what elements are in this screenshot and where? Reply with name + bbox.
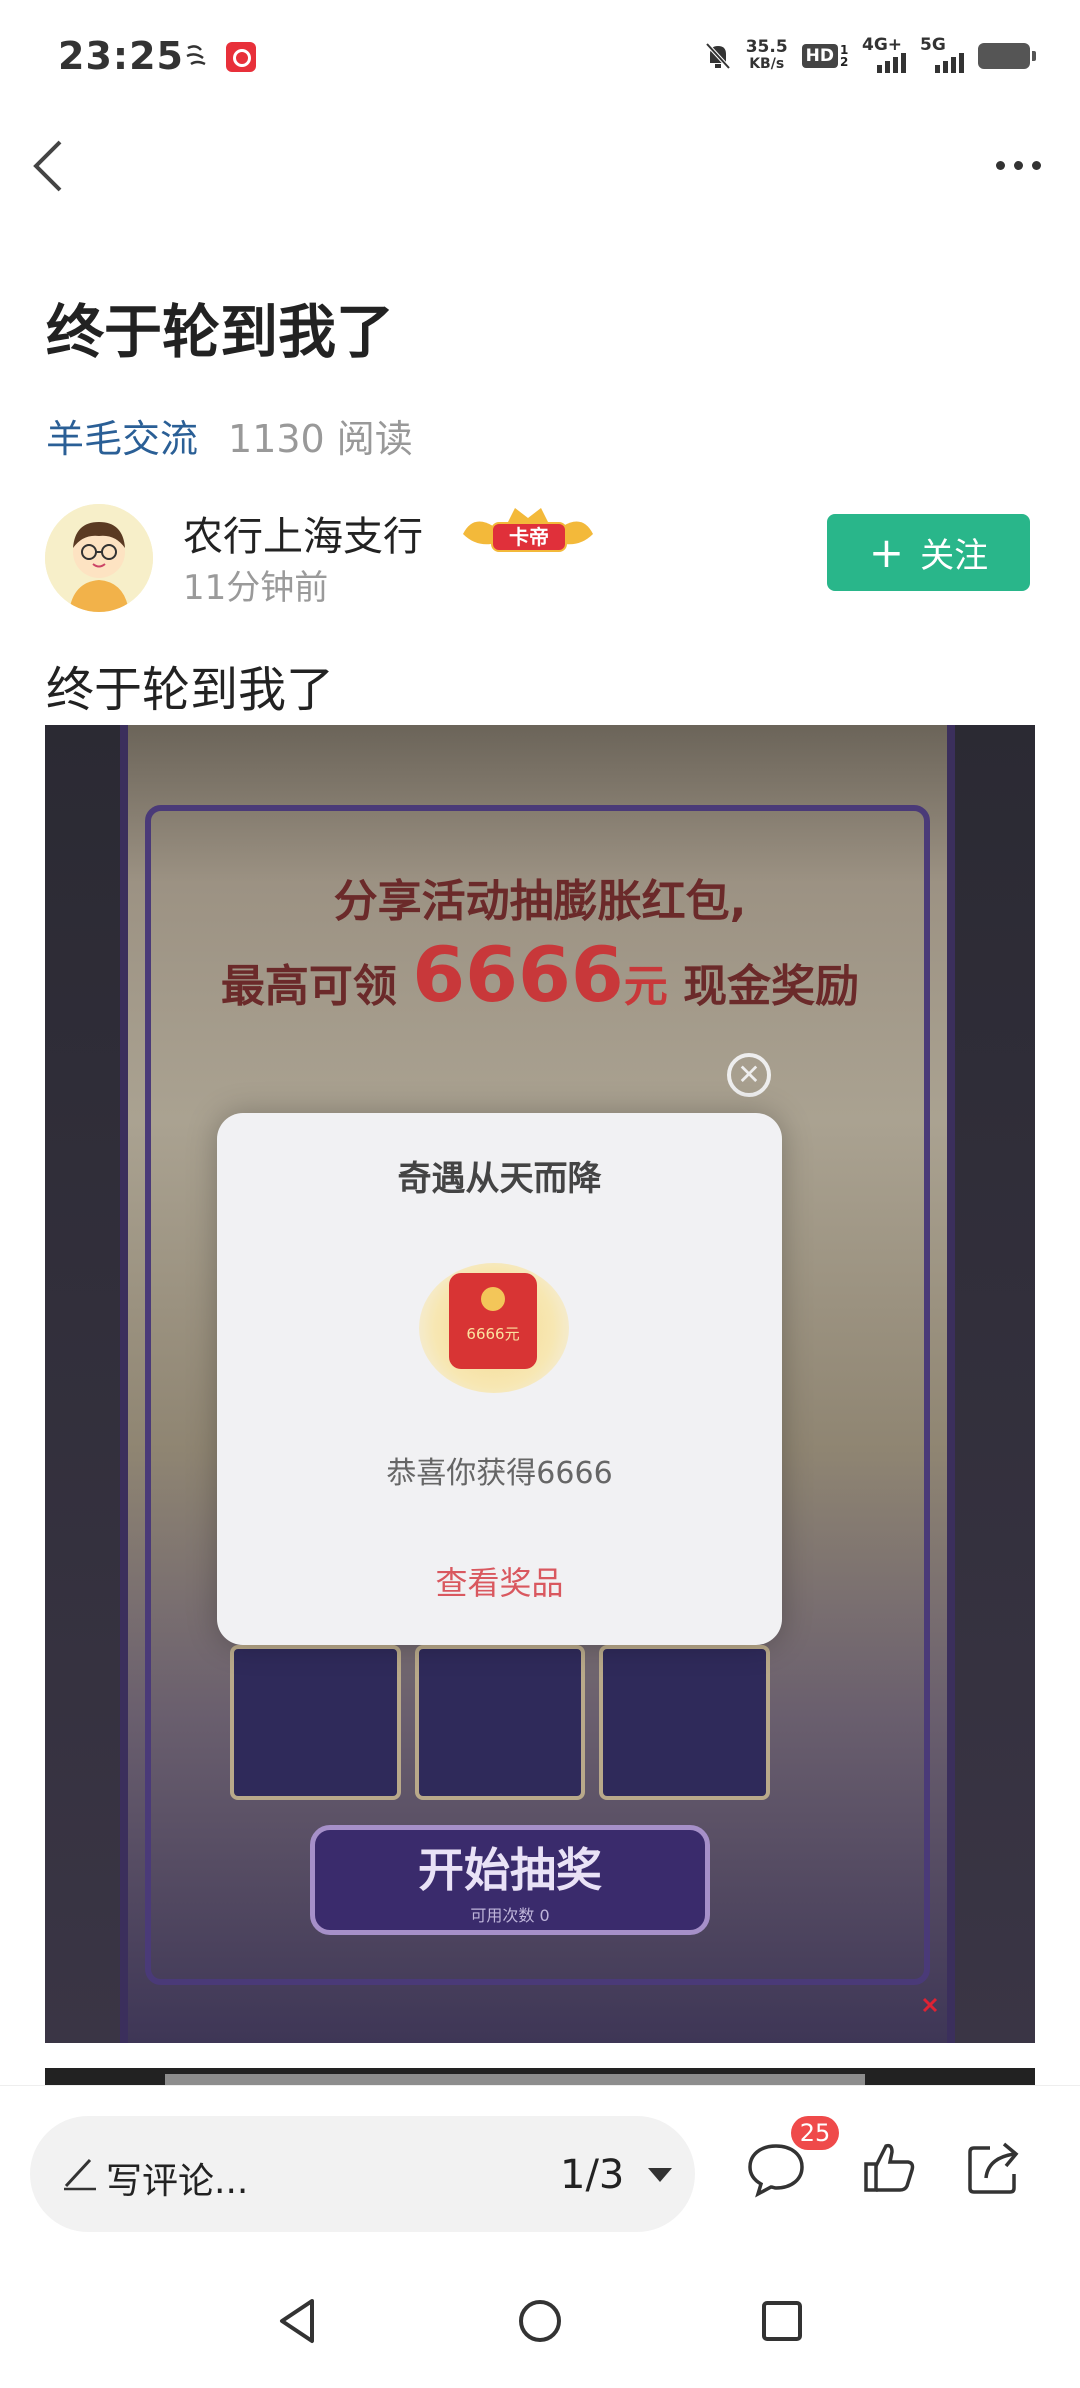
- plus-icon: +: [868, 527, 905, 577]
- red-packet-amount: 6666元: [466, 1325, 520, 1343]
- hd-sub: 1 2: [840, 43, 849, 69]
- image-close-icon: ✕: [727, 1053, 771, 1097]
- post-time: 11分钟前: [183, 568, 329, 608]
- nav-recent-icon[interactable]: [752, 2291, 812, 2351]
- signal-5g-label: 5G: [920, 35, 946, 55]
- post-image[interactable]: 分享活动抽膨胀红包, 最高可领 6666元 现金奖励 开始抽奖 可用次数 0 ✕…: [45, 725, 1035, 2043]
- image-headline-1: 分享活动抽膨胀红包,: [333, 876, 747, 927]
- post-body: 终于轮到我了: [46, 662, 335, 718]
- image-headline-unit: 元: [623, 961, 668, 1012]
- signal-5g-icon: 5G: [920, 35, 964, 73]
- post-title: 终于轮到我了: [46, 298, 395, 366]
- hd-badge: HD: [801, 44, 838, 68]
- rank-badge: 卡帝: [453, 504, 603, 556]
- signal-4g-icon: 4G+: [862, 35, 906, 73]
- read-count: 1130 阅读: [228, 417, 413, 461]
- comment-placeholder: 写评论...: [106, 2161, 249, 2202]
- status-icons: 35.5 KB/s HD 1 2 4G+ 5G: [704, 35, 1036, 76]
- image-draw-button: 开始抽奖 可用次数 0: [310, 1825, 710, 1935]
- image-prize-dialog: 奇遇从天而降 6666元 恭喜你获得6666 查看奖品: [217, 1113, 782, 1645]
- red-packet-icon: 6666元: [419, 1263, 569, 1393]
- thumbs-up-icon[interactable]: [858, 2136, 922, 2200]
- author-name[interactable]: 农行上海支行: [183, 504, 423, 562]
- app-notification-icon: [186, 45, 206, 66]
- follow-label: 关注: [920, 536, 989, 576]
- author-row: 农行上海支行 卡帝 11分钟前 + 关注: [45, 504, 1045, 614]
- avatar-image: [45, 504, 153, 612]
- mute-bell-icon: [705, 42, 731, 70]
- bottom-action-bar: 写评论... 1/3 25: [0, 2085, 1080, 2255]
- nav-back-icon[interactable]: [268, 2291, 328, 2351]
- rank-label: 卡帝: [491, 522, 567, 552]
- nav-home-icon[interactable]: [510, 2291, 570, 2351]
- battery-icon: [978, 43, 1036, 69]
- status-time: 23:25: [58, 34, 184, 78]
- post-meta: 羊毛交流 1130 阅读: [46, 408, 413, 463]
- image-draw-label: 开始抽奖: [418, 1843, 602, 1897]
- image-headline-suffix: 现金奖励: [683, 961, 860, 1012]
- dialog-view-prize: 查看奖品: [435, 1564, 564, 1602]
- more-options-icon[interactable]: [986, 140, 1050, 190]
- image-headline-amount: 6666: [412, 930, 624, 1019]
- net-speed-unit: KB/s: [749, 56, 785, 72]
- status-bar: 23:25 35.5 KB/s HD 1 2 4G+ 5G: [0, 0, 1080, 120]
- image-slot-reels: [230, 1645, 771, 1800]
- pencil-icon: [64, 2158, 96, 2191]
- back-arrow-icon[interactable]: [22, 134, 82, 198]
- comment-count-badge: 25: [791, 2116, 839, 2150]
- hd-indicator: HD 1 2: [801, 43, 849, 69]
- net-speed-value: 35.5: [745, 37, 788, 57]
- dialog-message: 恭喜你获得6666: [386, 1456, 613, 1491]
- app-badge-icon: [226, 42, 256, 72]
- page-counter[interactable]: 1/3: [560, 2152, 624, 2198]
- signal-4g-label: 4G+: [862, 35, 903, 55]
- watermark-icon: [922, 1997, 938, 2013]
- chevron-down-icon[interactable]: [648, 2168, 672, 2182]
- net-speed: 35.5 KB/s: [746, 39, 788, 73]
- system-nav-bar: [0, 2255, 1080, 2388]
- image-headline-prefix: 最高可领: [220, 961, 397, 1012]
- category-link[interactable]: 羊毛交流: [46, 408, 198, 463]
- top-nav: [0, 120, 1080, 210]
- avatar[interactable]: [45, 504, 153, 612]
- comment-input[interactable]: 写评论... 1/3: [30, 2116, 695, 2232]
- share-icon[interactable]: [962, 2136, 1026, 2200]
- image-draw-sub: 可用次数 0: [470, 1906, 550, 1925]
- image-headline-2: 最高可领 6666元 现金奖励: [45, 930, 1035, 1019]
- follow-button[interactable]: + 关注: [827, 514, 1030, 591]
- dialog-title: 奇遇从天而降: [397, 1159, 602, 1199]
